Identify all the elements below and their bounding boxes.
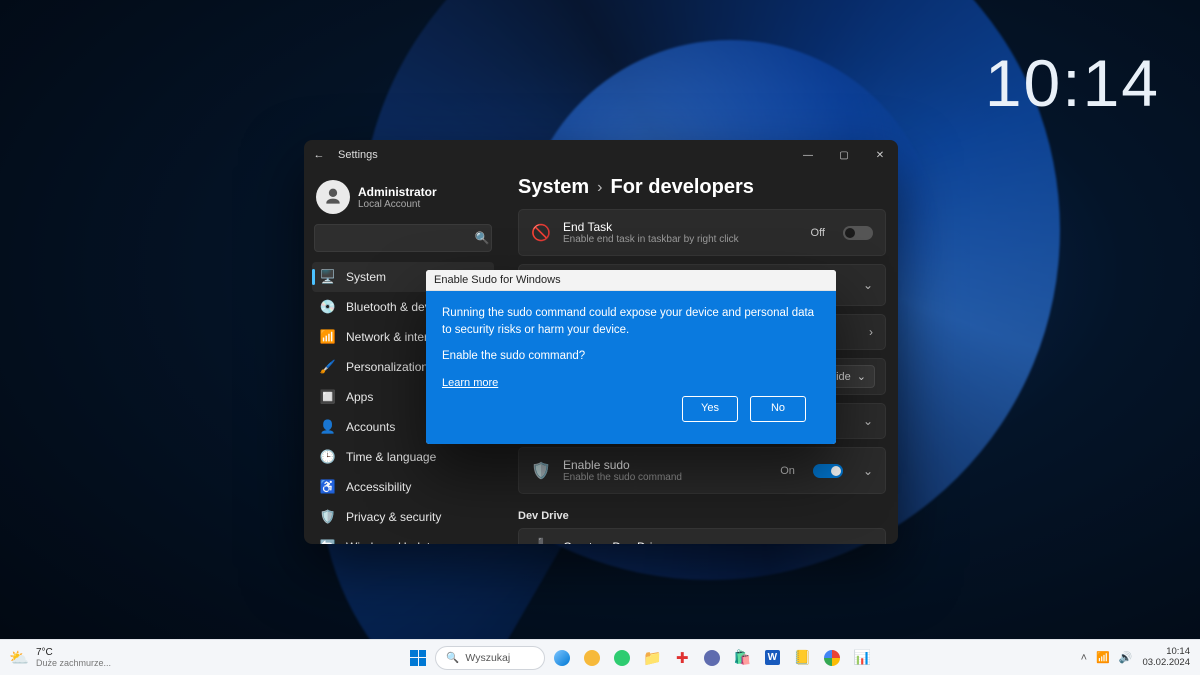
card-title: Enable sudo	[563, 458, 768, 472]
no-button[interactable]: No	[750, 396, 806, 422]
nav-icon: 📶	[320, 329, 336, 345]
taskbar-date: 03.02.2024	[1142, 658, 1190, 668]
weather-icon: ⛅	[8, 647, 30, 669]
enable-sudo-dialog: Enable Sudo for Windows Running the sudo…	[426, 270, 836, 444]
card-subtitle: Enable the sudo command	[563, 472, 768, 483]
sidebar-item-privacy-security[interactable]: 🛡️ Privacy & security	[312, 502, 494, 532]
nav-label: Accessibility	[346, 480, 411, 494]
taskbar-app-6[interactable]: 🛍️	[729, 645, 755, 671]
learn-more-link[interactable]: Learn more	[442, 377, 498, 389]
chevron-up-icon[interactable]: ˄	[1081, 652, 1087, 664]
taskbar-app-3[interactable]: 📁	[639, 645, 665, 671]
shield-icon: 🛡️	[531, 461, 551, 481]
card-title: End Task	[563, 220, 799, 234]
taskbar-app-7[interactable]: W	[759, 645, 785, 671]
create-dev-drive-card[interactable]: ➕ Create a Dev Drive	[518, 528, 886, 544]
user-account-type: Local Account	[358, 199, 437, 210]
sidebar-item-windows-update[interactable]: 🔄 Windows Update	[312, 532, 494, 544]
window-maximize-button[interactable]: ▢	[826, 140, 862, 170]
dialog-title: Enable Sudo for Windows	[426, 270, 836, 291]
taskbar-app-4[interactable]: ✚	[669, 645, 695, 671]
sidebar-item-accessibility[interactable]: ♿ Accessibility	[312, 472, 494, 502]
chevron-right-icon: ›	[869, 325, 873, 339]
window-titlebar: ← Settings — ▢ ✕	[304, 140, 898, 170]
user-account-row[interactable]: Administrator Local Account	[308, 174, 498, 224]
nav-label: Apps	[346, 390, 373, 404]
chevron-down-icon: ⌄	[863, 464, 873, 478]
user-name: Administrator	[358, 185, 437, 199]
weather-widget[interactable]: ⛅ 7°C Duże zachmurze...	[8, 647, 111, 669]
nav-label: System	[346, 270, 386, 284]
nav-icon: ♿	[320, 479, 336, 495]
task-view-button[interactable]	[549, 645, 575, 671]
nav-label: Bluetooth & dev	[346, 300, 431, 314]
dialog-question: Enable the sudo command?	[442, 348, 820, 365]
end-task-toggle[interactable]	[843, 226, 873, 240]
taskbar-app-10[interactable]: 📊	[849, 645, 875, 671]
taskbar-time: 10:14	[1142, 647, 1190, 657]
nav-label: Personalization	[346, 360, 428, 374]
nav-icon: 🔄	[320, 539, 336, 544]
weather-condition: Duże zachmurze...	[36, 658, 111, 668]
nav-icon: 🖥️	[320, 269, 336, 285]
window-title: Settings	[334, 149, 790, 161]
window-minimize-button[interactable]: —	[790, 140, 826, 170]
taskbar: ⛅ 7°C Duże zachmurze... 🔍 Wyszukaj 📁 ✚ 🛍…	[0, 639, 1200, 675]
toggle-state: On	[780, 465, 795, 477]
back-button[interactable]: ←	[304, 149, 334, 161]
nav-icon: 🖌️	[320, 359, 336, 375]
nav-icon: 🕒	[320, 449, 336, 465]
block-icon: 🚫	[531, 223, 551, 243]
settings-search[interactable]: 🔍	[314, 224, 492, 252]
taskbar-app-9[interactable]	[819, 645, 845, 671]
dialog-body-text: Running the sudo command could expose yo…	[442, 305, 820, 338]
breadcrumb-page: For developers	[610, 176, 753, 199]
nav-label: Privacy & security	[346, 510, 441, 524]
nav-label: Network & intern	[346, 330, 435, 344]
breadcrumb: System › For developers	[518, 170, 886, 209]
nav-icon: 👤	[320, 419, 336, 435]
nav-label: Time & language	[346, 450, 436, 464]
enable-sudo-card[interactable]: 🛡️ Enable sudo Enable the sudo command O…	[518, 447, 886, 494]
taskbar-app-5[interactable]	[699, 645, 725, 671]
end-task-card[interactable]: 🚫 End Task Enable end task in taskbar by…	[518, 209, 886, 256]
dev-drive-section: Dev Drive	[518, 502, 886, 528]
yes-button[interactable]: Yes	[682, 396, 738, 422]
breadcrumb-root[interactable]: System	[518, 176, 589, 199]
nav-icon: 🛡️	[320, 509, 336, 525]
volume-icon[interactable]: 🔊	[1119, 651, 1133, 664]
taskbar-search[interactable]: 🔍 Wyszukaj	[435, 646, 545, 670]
taskbar-search-label: Wyszukaj	[465, 652, 510, 664]
nav-icon: 💿	[320, 299, 336, 315]
chevron-down-icon: ⌄	[857, 370, 866, 383]
nav-label: Windows Update	[346, 540, 437, 544]
taskbar-app-8[interactable]: 📒	[789, 645, 815, 671]
nav-label: Accounts	[346, 420, 395, 434]
nav-icon: 🔲	[320, 389, 336, 405]
window-close-button[interactable]: ✕	[862, 140, 898, 170]
windows-logo-icon	[410, 650, 426, 666]
taskbar-app-1[interactable]	[579, 645, 605, 671]
desktop-clock: 10:14	[985, 45, 1160, 121]
chevron-down-icon: ⌄	[863, 414, 873, 428]
search-icon: 🔍	[446, 651, 459, 664]
sudo-toggle[interactable]	[813, 464, 843, 478]
system-tray[interactable]: ˄ 📶 🔊	[1081, 651, 1133, 664]
sidebar-item-time-language[interactable]: 🕒 Time & language	[312, 442, 494, 472]
search-input[interactable]	[315, 232, 473, 244]
weather-temp: 7°C	[36, 647, 111, 658]
avatar	[316, 180, 350, 214]
start-button[interactable]	[405, 645, 431, 671]
card-subtitle: Enable end task in taskbar by right clic…	[563, 234, 799, 245]
search-icon: 🔍	[473, 231, 491, 245]
taskbar-clock[interactable]: 10:14 03.02.2024	[1142, 647, 1190, 668]
wifi-icon[interactable]: 📶	[1096, 651, 1110, 664]
chevron-down-icon: ⌄	[863, 278, 873, 292]
taskbar-app-2[interactable]	[609, 645, 635, 671]
chevron-right-icon: ›	[597, 179, 602, 197]
card-title: Create a Dev Drive	[563, 540, 873, 544]
toggle-state: Off	[811, 227, 825, 239]
plus-icon: ➕	[531, 537, 551, 544]
